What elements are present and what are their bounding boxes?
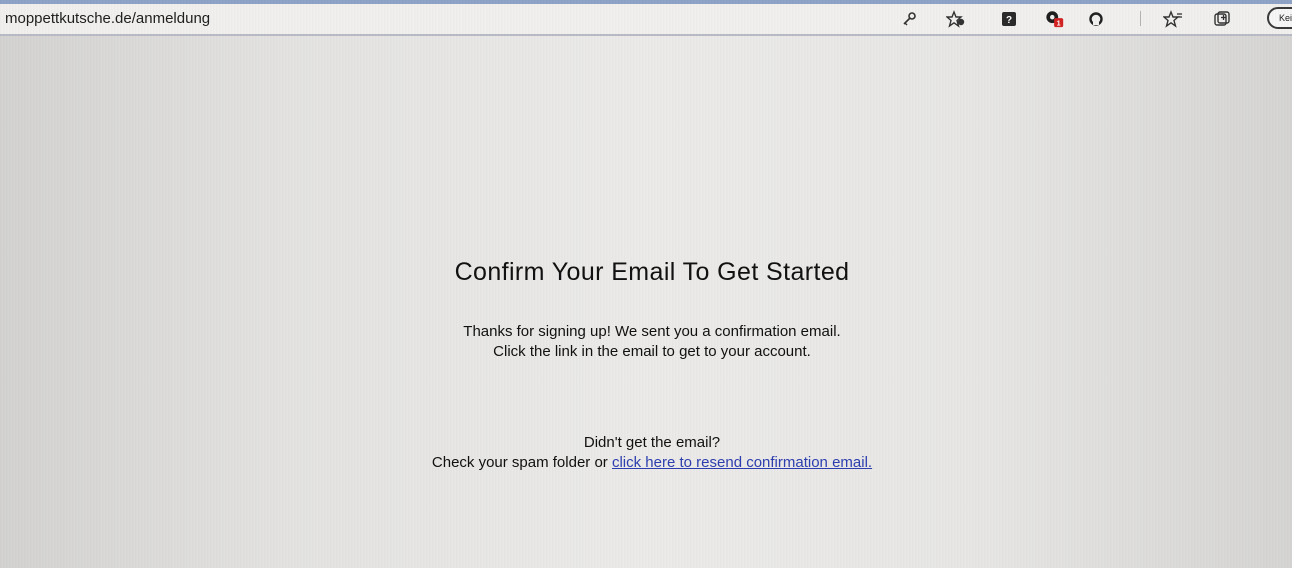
resend-confirmation-link[interactable]: click here to resend confirmation email. <box>612 454 872 471</box>
extension-badge: 1 <box>1057 18 1061 27</box>
confirmation-message: Thanks for signing up! We sent you a con… <box>300 322 1004 362</box>
collections-icon[interactable] <box>1212 9 1232 29</box>
toolbar-separator <box>1140 11 1141 26</box>
key-icon[interactable] <box>899 9 919 29</box>
extension-circle-icon[interactable] <box>1086 9 1106 29</box>
message-line-1: Thanks for signing up! We sent you a con… <box>463 323 841 340</box>
confirmation-panel: Confirm Your Email To Get Started Thanks… <box>300 250 1004 473</box>
extension-help-icon[interactable]: ? <box>999 9 1019 29</box>
resend-section: Didn't get the email? Check your spam fo… <box>300 433 1004 473</box>
resend-prefix: Check your spam folder or <box>431 454 612 471</box>
browser-window: moppettkutsche.de/anmeldung ? 1 Kei Conf… <box>0 0 1292 568</box>
resend-instructions: Check your spam folder or click here to … <box>380 453 925 473</box>
page-title: Confirm Your Email To Get Started <box>454 258 850 286</box>
message-line-2: Click the link in the email to get to yo… <box>493 343 811 360</box>
resend-question: Didn't get the email? <box>583 434 721 451</box>
browser-toolbar: moppettkutsche.de/anmeldung ? 1 Kei <box>0 0 1292 36</box>
profile-button[interactable]: Kei <box>1267 7 1292 29</box>
favorite-add-icon[interactable] <box>946 9 966 29</box>
address-bar[interactable]: moppettkutsche.de/anmeldung <box>5 9 605 29</box>
extension-shield-icon[interactable]: 1 <box>1045 9 1065 29</box>
svg-text:?: ? <box>1006 15 1012 26</box>
favorites-icon[interactable] <box>1163 9 1183 29</box>
